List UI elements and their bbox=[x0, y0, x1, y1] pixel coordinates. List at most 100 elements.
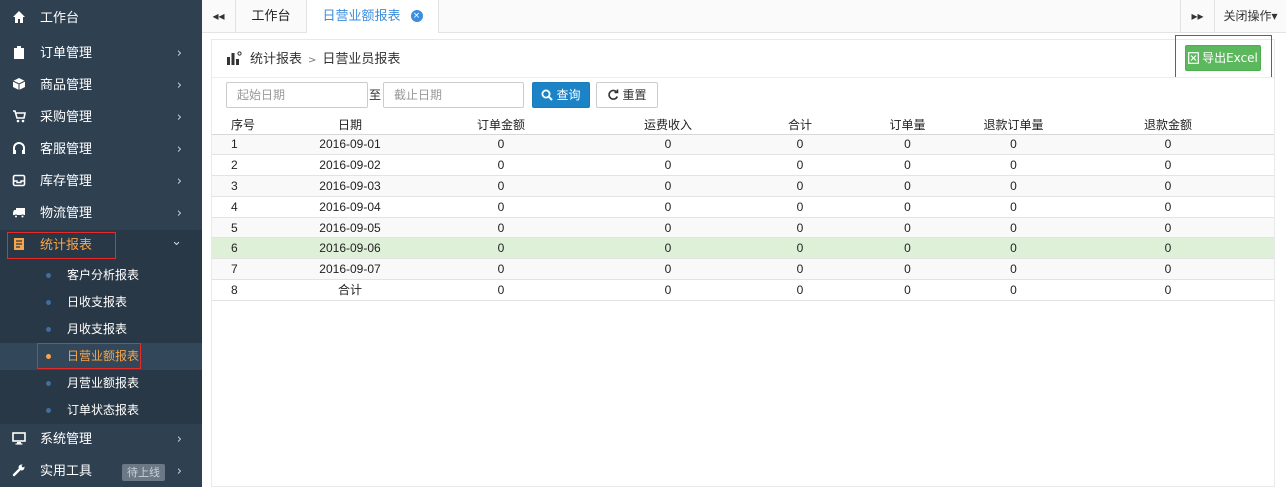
table-row[interactable]: 1 2016-09-01 0 0 0 0 0 0 bbox=[212, 134, 1274, 156]
chevron-right-icon: › bbox=[176, 432, 182, 447]
submenu-item-customer-analysis[interactable]: 客户分析报表 bbox=[0, 262, 202, 289]
sidebar-item-tools[interactable]: 实用工具 待上线 › bbox=[0, 456, 202, 487]
table-cell: 3 bbox=[212, 175, 284, 197]
main-content: 统计报表 > 日营业员报表 导出Excel 起始日期 至 截止日期 查询 重置 序号… bbox=[211, 35, 1275, 487]
inbox-icon bbox=[12, 173, 28, 189]
submenu-item-label: 客户分析报表 bbox=[67, 268, 140, 282]
table-row[interactable]: 3 2016-09-03 0 0 0 0 0 0 bbox=[212, 175, 1274, 197]
submenu-item-order-status[interactable]: 订单状态报表 bbox=[0, 397, 202, 424]
chevron-right-icon: › bbox=[176, 78, 182, 93]
dropdown-label: 关闭操作▾ bbox=[1223, 9, 1278, 23]
sidebar-item-system[interactable]: 系统管理 › bbox=[0, 424, 202, 456]
scroll-tabs-right-button[interactable]: ▸▸ bbox=[1180, 0, 1214, 33]
column-header-refund-amount[interactable]: 退款金额 bbox=[1062, 115, 1274, 135]
table-cell: 2016-09-06 bbox=[284, 237, 416, 260]
column-header-order-amount[interactable]: 订单金额 bbox=[416, 115, 586, 135]
query-button[interactable]: 查询 bbox=[532, 82, 590, 108]
sidebar-item-label: 系统管理 bbox=[40, 432, 93, 447]
sidebar-item-customer-service[interactable]: 客服管理 › bbox=[0, 134, 202, 166]
table-row[interactable]: 4 2016-09-04 0 0 0 0 0 0 bbox=[212, 196, 1274, 218]
breadcrumb-current: 日营业员报表 bbox=[322, 52, 401, 67]
table-cell: 1 bbox=[212, 134, 284, 156]
double-chevron-left-icon: ◂◂ bbox=[212, 9, 225, 23]
table-cell: 0 bbox=[965, 154, 1062, 177]
table-cell: 0 bbox=[965, 175, 1062, 197]
table-row[interactable]: 2 2016-09-02 0 0 0 0 0 0 bbox=[212, 154, 1274, 177]
sidebar-item-label: 商品管理 bbox=[40, 78, 93, 93]
tab-dashboard[interactable]: 工作台 bbox=[236, 0, 307, 33]
table-cell: 0 bbox=[586, 258, 750, 281]
table-cell: 0 bbox=[586, 175, 750, 197]
chevron-right-icon: › bbox=[176, 46, 182, 61]
table-cell: 合计 bbox=[284, 279, 416, 301]
table-cell: 0 bbox=[965, 258, 1062, 281]
table-cell: 0 bbox=[750, 217, 850, 239]
table-cell: 2016-09-07 bbox=[284, 258, 416, 281]
bullet-icon bbox=[46, 354, 51, 359]
table-cell: 0 bbox=[1062, 279, 1274, 301]
sidebar-item-purchasing[interactable]: 采购管理 › bbox=[0, 102, 202, 134]
reset-button[interactable]: 重置 bbox=[596, 82, 658, 108]
breadcrumb-section[interactable]: 统计报表 bbox=[250, 52, 302, 67]
column-header-total[interactable]: 合计 bbox=[750, 115, 850, 135]
sidebar-item-reports[interactable]: 统计报表 ⌄ bbox=[0, 230, 202, 262]
table-cell: 0 bbox=[1062, 154, 1274, 177]
submenu-item-label: 月收支报表 bbox=[67, 322, 128, 336]
double-chevron-right-icon: ▸▸ bbox=[1191, 9, 1204, 23]
table-cell: 0 bbox=[965, 196, 1062, 218]
table-cell: 0 bbox=[416, 217, 586, 239]
chevron-right-icon: › bbox=[176, 464, 182, 479]
table-cell: 0 bbox=[750, 175, 850, 197]
table-cell: 0 bbox=[965, 237, 1062, 260]
submenu-item-daily-revenue[interactable]: 日营业额报表 bbox=[0, 343, 202, 370]
sidebar-item-label: 库存管理 bbox=[40, 174, 93, 189]
table-row[interactable]: 8 合计 0 0 0 0 0 0 bbox=[212, 279, 1274, 301]
scroll-tabs-left-button[interactable]: ◂◂ bbox=[202, 0, 236, 33]
column-header-refund-orders[interactable]: 退款订单量 bbox=[965, 115, 1062, 135]
end-date-input[interactable]: 截止日期 bbox=[383, 82, 524, 108]
bullet-icon bbox=[46, 327, 51, 332]
table-cell: 0 bbox=[416, 134, 586, 156]
column-header-date[interactable]: 日期 bbox=[284, 115, 416, 135]
table-cell: 0 bbox=[965, 217, 1062, 239]
table-cell: 0 bbox=[850, 217, 965, 239]
tab-daily-revenue[interactable]: 日营业额报表 × bbox=[307, 0, 439, 33]
close-tab-icon[interactable]: × bbox=[410, 9, 423, 22]
cart-icon bbox=[12, 109, 28, 125]
start-date-input[interactable]: 起始日期 bbox=[226, 82, 368, 108]
sidebar-item-label: 订单管理 bbox=[40, 46, 93, 61]
sidebar-item-dashboard[interactable]: 工作台 bbox=[0, 0, 202, 38]
submenu-item-label: 日收支报表 bbox=[67, 295, 128, 309]
table-cell: 0 bbox=[416, 258, 586, 281]
highlight-box bbox=[37, 343, 141, 369]
column-header-order-count[interactable]: 订单量 bbox=[850, 115, 965, 135]
truck-icon bbox=[12, 205, 28, 221]
chevron-right-icon: › bbox=[176, 174, 182, 189]
breadcrumb: 统计报表 > 日营业员报表 bbox=[226, 50, 400, 70]
search-icon bbox=[541, 89, 554, 101]
table-cell: 0 bbox=[416, 279, 586, 301]
headset-icon bbox=[12, 141, 28, 157]
submenu-item-monthly-revenue[interactable]: 月营业额报表 bbox=[0, 370, 202, 397]
divider bbox=[212, 77, 1274, 78]
sidebar-item-label: 客服管理 bbox=[40, 142, 93, 157]
file-excel-icon bbox=[1188, 51, 1199, 64]
column-header-freight-income[interactable]: 运费收入 bbox=[586, 115, 750, 135]
table-cell: 0 bbox=[1062, 196, 1274, 218]
sidebar-item-inventory[interactable]: 库存管理 › bbox=[0, 166, 202, 198]
close-operations-dropdown[interactable]: 关闭操作▾ bbox=[1214, 0, 1286, 33]
table-cell: 2016-09-02 bbox=[284, 154, 416, 177]
table-header-row: 序号 日期 订单金额 运费收入 合计 订单量 退款订单量 退款金额 bbox=[212, 115, 1274, 135]
export-excel-button[interactable]: 导出Excel bbox=[1185, 45, 1261, 71]
sidebar-item-products[interactable]: 商品管理 › bbox=[0, 70, 202, 102]
table-cell: 0 bbox=[750, 154, 850, 177]
sidebar-item-orders[interactable]: 订单管理 › bbox=[0, 38, 202, 70]
table-row[interactable]: 7 2016-09-07 0 0 0 0 0 0 bbox=[212, 258, 1274, 281]
wrench-icon bbox=[12, 463, 28, 479]
table-row[interactable]: 6 2016-09-06 0 0 0 0 0 0 bbox=[212, 237, 1274, 260]
column-header-seq[interactable]: 序号 bbox=[212, 115, 284, 135]
submenu-item-monthly-income-expense[interactable]: 月收支报表 bbox=[0, 316, 202, 343]
submenu-item-daily-income-expense[interactable]: 日收支报表 bbox=[0, 289, 202, 316]
bar-chart-icon bbox=[227, 50, 242, 65]
table-row[interactable]: 5 2016-09-05 0 0 0 0 0 0 bbox=[212, 217, 1274, 239]
